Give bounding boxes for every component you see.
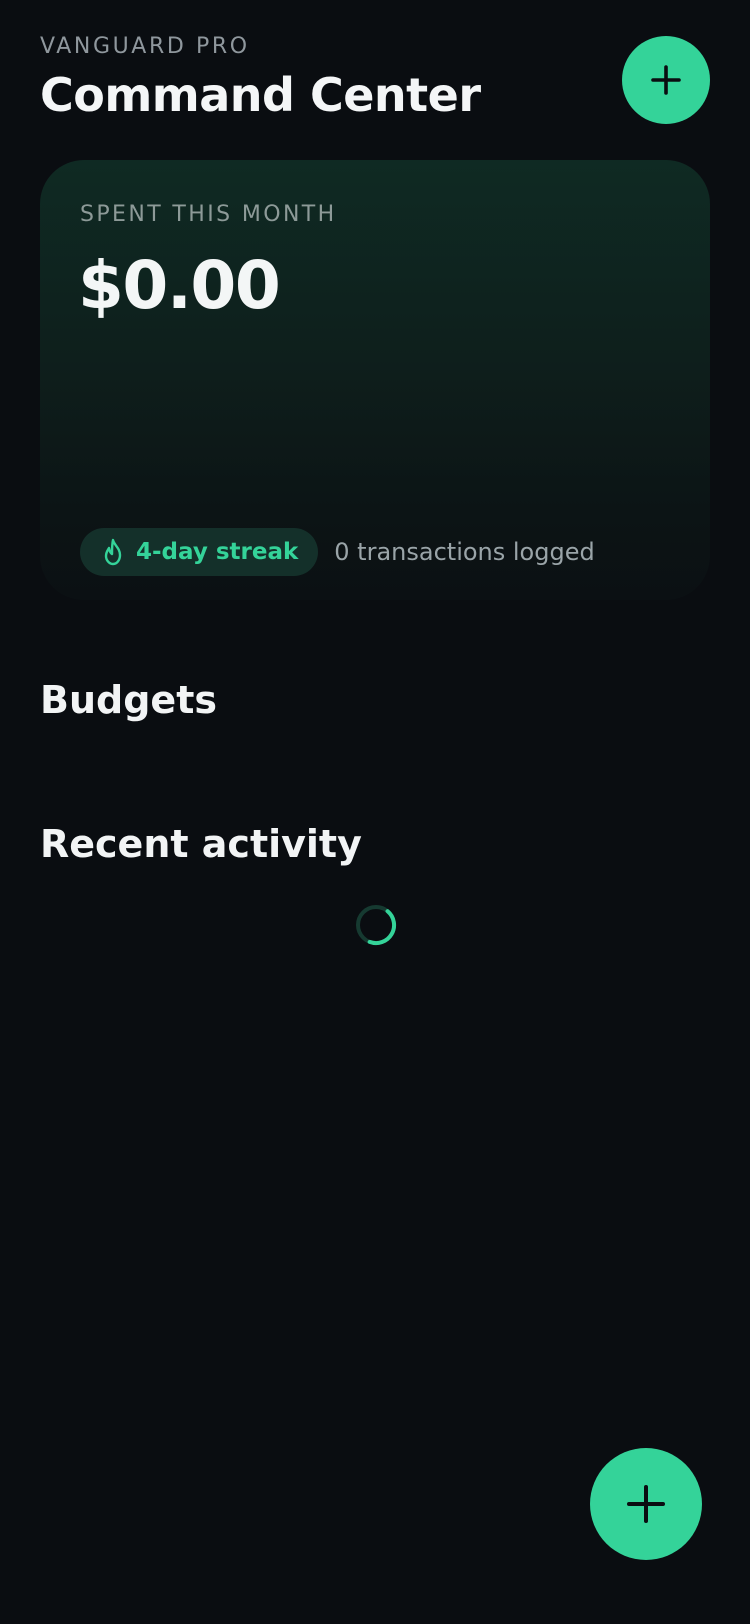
monthly-spend-card: SPENT THIS MONTH $0.00 4-day streak 0 tr…: [40, 160, 710, 600]
spent-amount: $0.00: [78, 247, 281, 324]
streak-row: 4-day streak 0 transactions logged: [80, 528, 595, 576]
recent-activity-heading: Recent activity: [40, 822, 362, 866]
header: VANGUARD PRO Command Center: [40, 34, 710, 124]
add-transaction-button[interactable]: [622, 36, 710, 124]
floating-add-button[interactable]: [590, 1448, 702, 1560]
app-name: VANGUARD PRO: [40, 34, 250, 59]
budgets-heading: Budgets: [40, 678, 217, 722]
command-center-screen: VANGUARD PRO Command Center SPENT THIS M…: [0, 0, 750, 1624]
streak-text: 4-day streak: [136, 539, 299, 565]
streak-badge: 4-day streak: [80, 528, 319, 576]
plus-icon: [627, 1485, 665, 1523]
transaction-count: 0 transactions logged: [334, 538, 595, 566]
spent-label: SPENT THIS MONTH: [80, 202, 337, 227]
page-title: Command Center: [40, 68, 481, 122]
plus-icon: [651, 65, 681, 95]
loading-spinner: [356, 905, 397, 946]
flame-icon: [100, 538, 128, 566]
